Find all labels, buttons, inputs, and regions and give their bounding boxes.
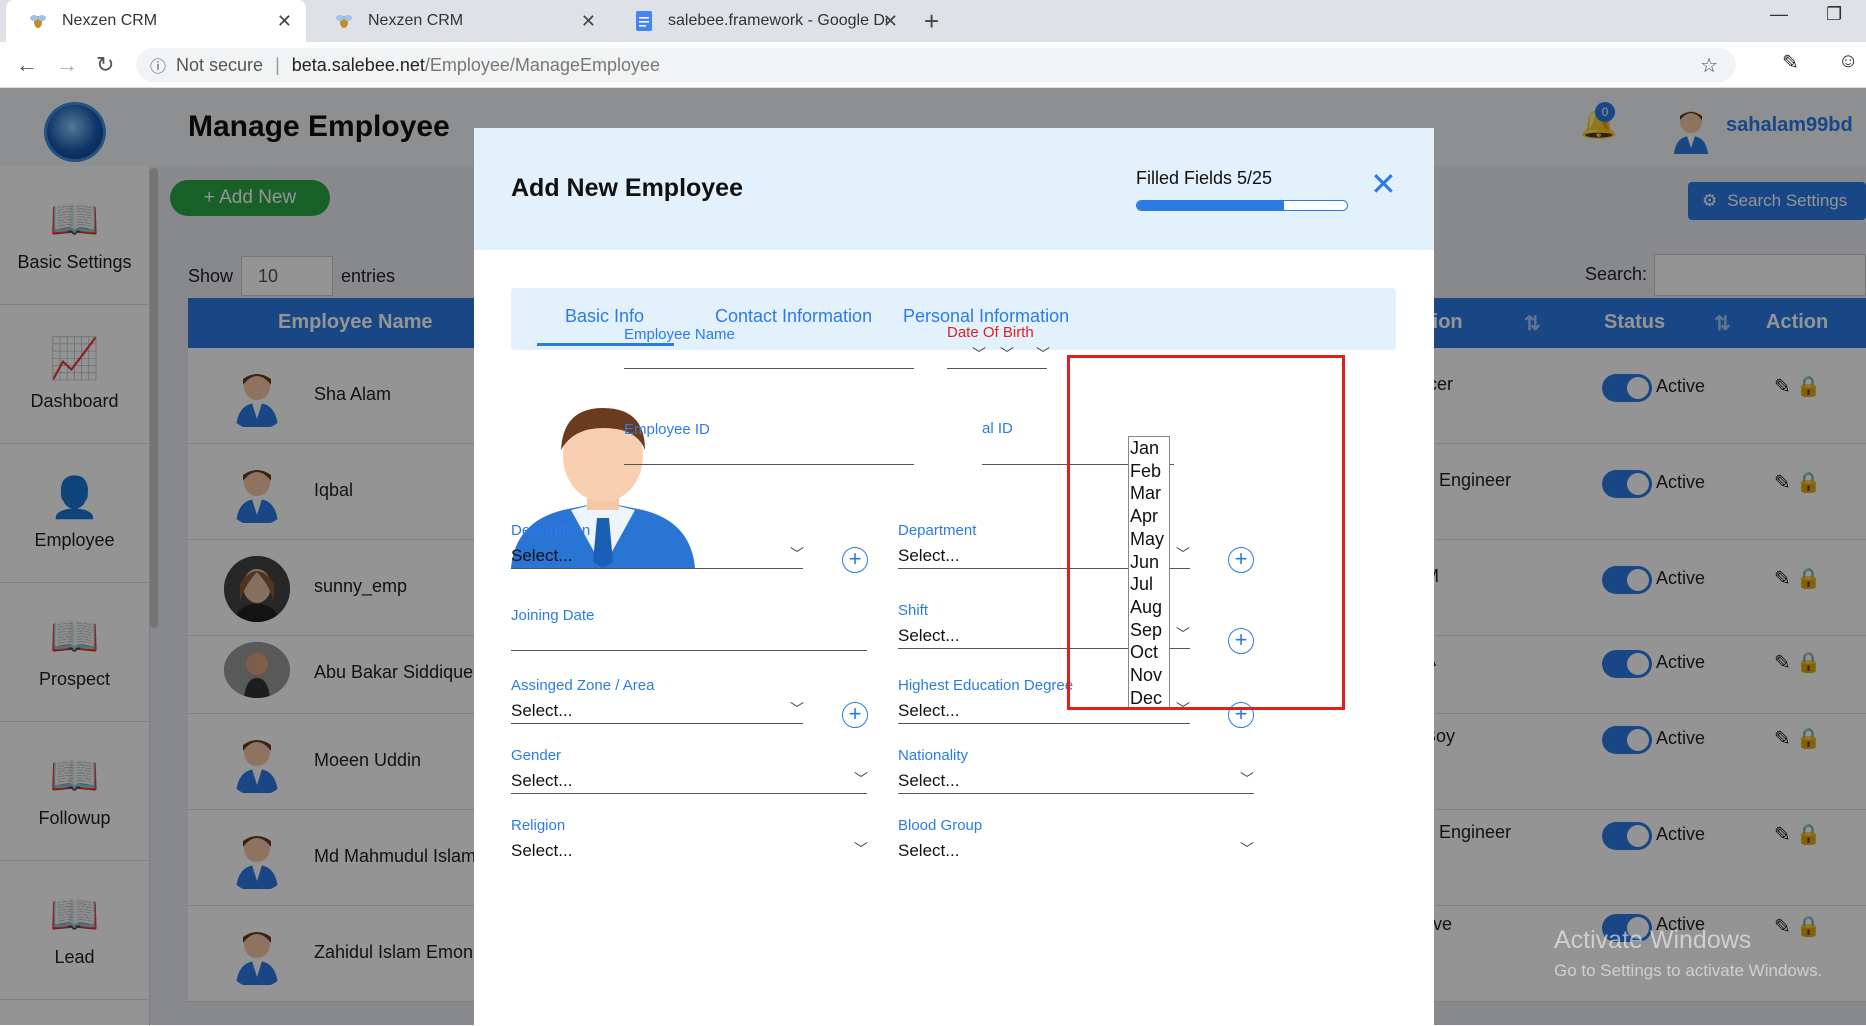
minimize-icon[interactable]: — bbox=[1770, 4, 1788, 25]
shift-label: Shift bbox=[898, 602, 929, 619]
designation-label: Designation bbox=[511, 522, 591, 539]
department-select[interactable]: Select... bbox=[898, 546, 959, 566]
watermark-title: Activate Windows bbox=[1554, 926, 1752, 954]
gender-underline bbox=[511, 793, 867, 794]
security-label: Not secure bbox=[176, 54, 264, 75]
close-tab-icon[interactable]: ✕ bbox=[581, 11, 596, 32]
browser-tab-title: Nexzen CRM bbox=[368, 12, 464, 29]
progress-fill bbox=[1137, 201, 1284, 210]
forward-icon[interactable]: → bbox=[56, 52, 78, 78]
designation-underline bbox=[511, 568, 803, 569]
date-of-birth-label: Date Of Birth bbox=[947, 324, 1034, 341]
chevron-down-icon[interactable]: ﹀ bbox=[1240, 839, 1254, 859]
url-field[interactable]: ⓘ Not secure | beta.salebee.net/Employee… bbox=[136, 48, 1736, 82]
chevron-down-icon[interactable]: ﹀ bbox=[1240, 769, 1254, 789]
zone-select[interactable]: Select... bbox=[511, 701, 572, 721]
bee-favicon-icon bbox=[28, 11, 48, 31]
close-tab-icon[interactable]: ✕ bbox=[277, 11, 292, 32]
back-icon[interactable]: ← bbox=[16, 52, 38, 78]
nationality-label: Nationality bbox=[898, 747, 969, 764]
education-underline bbox=[898, 723, 1190, 724]
employee-name-label: Employee Name bbox=[624, 326, 735, 343]
chevron-down-icon[interactable]: ﹀ bbox=[854, 769, 868, 789]
gender-label: Gender bbox=[511, 747, 562, 764]
religion-select[interactable]: Select... bbox=[511, 841, 572, 861]
chevron-down-icon[interactable]: ﹀ bbox=[790, 699, 804, 719]
browser-tab[interactable]: Nexzen CRM ✕ bbox=[312, 0, 610, 42]
chevron-down-icon[interactable]: ﹀ bbox=[1000, 344, 1014, 364]
maximize-icon[interactable]: ❐ bbox=[1826, 4, 1842, 25]
national-id-label: al ID bbox=[982, 420, 1013, 437]
bookmark-star-icon[interactable]: ☆ bbox=[1700, 53, 1718, 78]
browser-tab-title: salebee.framework - Google Doc bbox=[668, 12, 888, 29]
google-docs-icon bbox=[634, 11, 654, 31]
nationality-select[interactable]: Select... bbox=[898, 771, 959, 791]
bee-favicon-icon bbox=[334, 11, 354, 31]
date-of-birth-input[interactable] bbox=[947, 368, 1047, 369]
url-path: /Employee/ManageEmployee bbox=[424, 54, 661, 75]
blood-group-select[interactable]: Select... bbox=[898, 841, 959, 861]
joining-date-label: Joining Date bbox=[511, 607, 595, 624]
zone-underline bbox=[511, 723, 803, 724]
shift-select[interactable]: Select... bbox=[898, 626, 959, 646]
education-select[interactable]: Select... bbox=[898, 701, 959, 721]
chevron-down-icon[interactable]: ﹀ bbox=[854, 839, 868, 859]
chevron-down-icon[interactable]: ﹀ bbox=[790, 544, 804, 564]
browser-tab-title: Nexzen CRM bbox=[62, 12, 158, 29]
religion-label: Religion bbox=[511, 817, 566, 834]
blood-group-label: Blood Group bbox=[898, 817, 983, 834]
browser-tab[interactable]: salebee.framework - Google Doc ✕ bbox=[612, 0, 912, 42]
gender-select[interactable]: Select... bbox=[511, 771, 572, 791]
address-bar: ← → ↻ ⓘ Not secure | beta.salebee.net/Em… bbox=[0, 42, 1866, 88]
designation-select[interactable]: Select... bbox=[511, 546, 572, 566]
employee-id-label: Employee ID bbox=[624, 421, 710, 438]
chevron-down-icon[interactable]: ﹀ bbox=[972, 344, 986, 364]
zone-label: Assinged Zone / Area bbox=[511, 677, 655, 694]
nationality-underline bbox=[898, 793, 1254, 794]
highlight-annotation-box bbox=[1067, 355, 1345, 710]
department-label: Department bbox=[898, 522, 977, 539]
modal-header: Add New Employee Filled Fields 5/25 ✕ bbox=[474, 128, 1434, 250]
info-icon[interactable]: ⓘ bbox=[150, 53, 166, 77]
watermark-subtitle: Go to Settings to activate Windows. bbox=[1554, 961, 1823, 980]
employee-id-input[interactable] bbox=[624, 464, 914, 465]
close-icon[interactable]: ✕ bbox=[1370, 168, 1397, 200]
windows-activation-watermark: Activate Windows Go to Settings to activ… bbox=[1554, 926, 1822, 981]
close-tab-icon[interactable]: ✕ bbox=[883, 11, 898, 32]
add-zone-icon[interactable]: + bbox=[842, 702, 868, 728]
browser-tab[interactable]: Nexzen CRM ✕ bbox=[6, 0, 306, 42]
new-tab-icon[interactable]: + bbox=[924, 6, 939, 37]
add-designation-icon[interactable]: + bbox=[842, 547, 868, 573]
modal-title: Add New Employee bbox=[511, 174, 743, 202]
url-host: beta.salebee.net bbox=[291, 54, 425, 75]
chevron-down-icon[interactable]: ﹀ bbox=[1036, 344, 1050, 364]
browser-tab-strip: Nexzen CRM ✕ Nexzen CRM ✕ salebee.framew… bbox=[0, 0, 1866, 42]
filled-fields-label: Filled Fields 5/25 bbox=[1136, 168, 1273, 188]
reload-icon[interactable]: ↻ bbox=[96, 52, 114, 78]
profile-avatar-icon[interactable]: ☺ bbox=[1838, 50, 1858, 73]
extension-icon[interactable]: ✎ bbox=[1782, 50, 1799, 75]
filled-fields-progress bbox=[1136, 200, 1348, 211]
tab-contact-information[interactable]: Contact Information bbox=[715, 306, 872, 327]
education-label: Highest Education Degree bbox=[898, 677, 1074, 694]
joining-date-input[interactable] bbox=[511, 650, 867, 651]
employee-name-input[interactable] bbox=[624, 368, 914, 369]
